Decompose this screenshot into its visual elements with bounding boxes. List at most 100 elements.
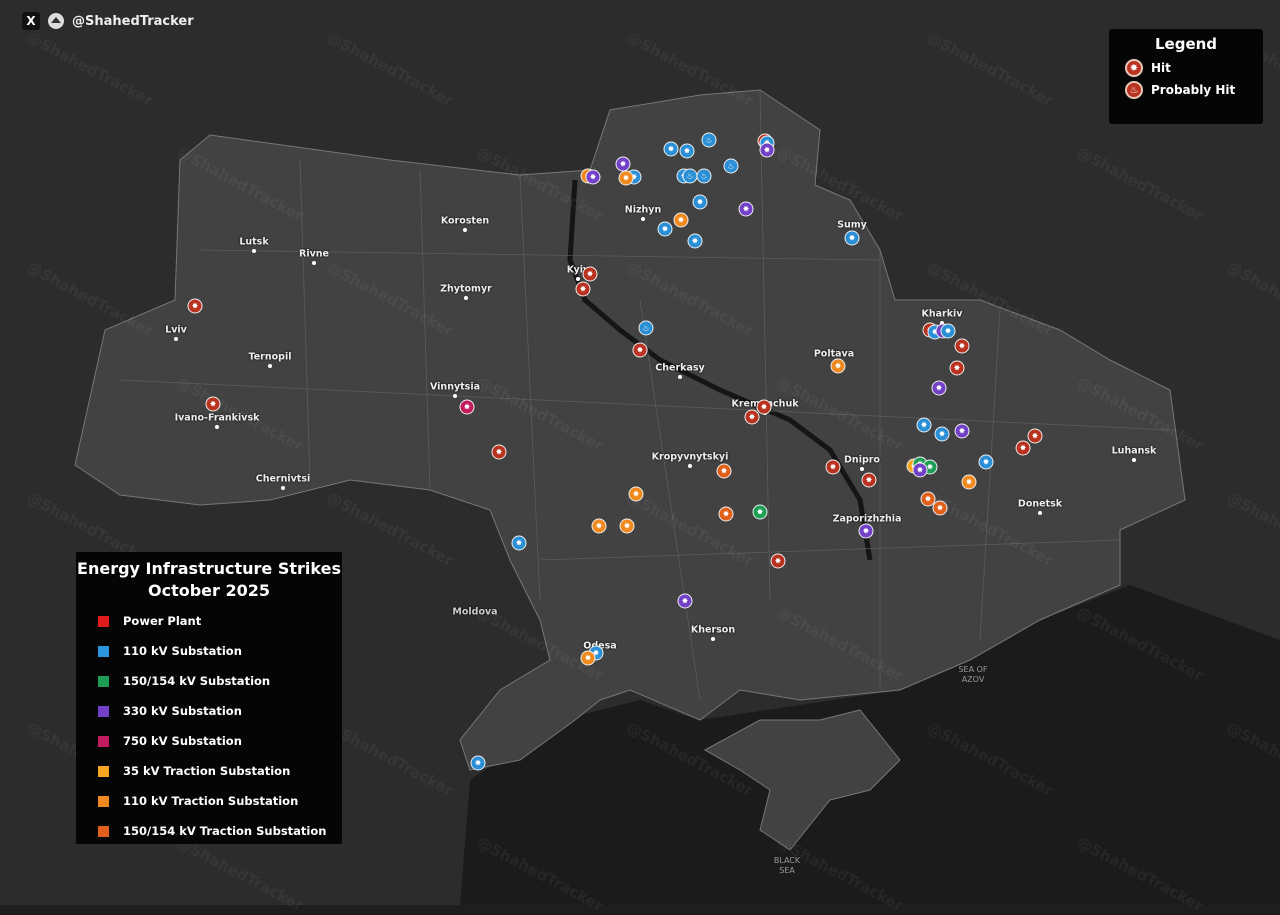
legend-label: Probably Hit	[1151, 83, 1236, 97]
explosion-icon: ✸	[965, 477, 973, 487]
strike-marker-power-hit[interactable]: ✸	[744, 409, 760, 425]
strike-marker-t110-hit[interactable]: ✸	[628, 486, 644, 502]
city-dot	[464, 296, 468, 300]
strike-marker-s110-probable[interactable]: ♨	[701, 132, 717, 148]
strike-marker-t150-hit[interactable]: ✸	[716, 463, 732, 479]
explosion-icon: ✸	[763, 145, 771, 155]
strike-marker-power-hit[interactable]: ✸	[861, 472, 877, 488]
strike-marker-s110-hit[interactable]: ✸	[470, 755, 486, 771]
strike-marker-s330-hit[interactable]: ✸	[858, 523, 874, 539]
strike-marker-power-hit[interactable]: ✸	[770, 553, 786, 569]
city-dot	[1132, 458, 1136, 462]
key-label: 35 kV Traction Substation	[123, 764, 291, 778]
strike-marker-s330-hit[interactable]: ✸	[585, 169, 601, 185]
explosion-icon: ✸	[953, 363, 961, 373]
strike-marker-s110-probable[interactable]: ♨	[723, 158, 739, 174]
explosion-icon: ✸	[681, 596, 689, 606]
strike-marker-power-hit[interactable]: ✸	[954, 338, 970, 354]
strike-marker-power-hit[interactable]: ✸	[1015, 440, 1031, 456]
strike-marker-s110-hit[interactable]: ✸	[657, 221, 673, 237]
strike-marker-s330-hit[interactable]: ✸	[738, 201, 754, 217]
explosion-icon: ✸	[584, 653, 592, 663]
strike-marker-s110-hit[interactable]: ✸	[679, 143, 695, 159]
strike-marker-s330-hit[interactable]: ✸	[759, 142, 775, 158]
strike-marker-s330-hit[interactable]: ✸	[912, 462, 928, 478]
explosion-icon: ✸	[742, 204, 750, 214]
strike-marker-power-hit[interactable]: ✸	[575, 281, 591, 297]
city-dot	[174, 337, 178, 341]
strike-marker-s330-hit[interactable]: ✸	[931, 380, 947, 396]
explosion-icon: ✸	[691, 236, 699, 246]
strike-marker-s110-hit[interactable]: ✸	[934, 426, 950, 442]
strike-marker-power-hit[interactable]: ✸	[187, 298, 203, 314]
explosion-icon: ✸	[944, 326, 952, 336]
strike-marker-s110-hit[interactable]: ✸	[692, 194, 708, 210]
city-label-ivano-frankivsk: Ivano-Frankivsk	[174, 412, 260, 424]
explosion-icon: ✸	[1031, 431, 1039, 441]
sea-label-black-sea: BLACK SEA	[773, 856, 801, 875]
strike-marker-s110-hit[interactable]: ✸	[940, 323, 956, 339]
key-label: 110 kV Traction Substation	[123, 794, 299, 808]
strike-marker-s110-hit[interactable]: ✸	[916, 417, 932, 433]
strike-marker-t110-hit[interactable]: ✸	[580, 650, 596, 666]
strike-marker-t110-hit[interactable]: ✸	[830, 358, 846, 374]
strike-marker-t150-hit[interactable]: ✸	[932, 500, 948, 516]
key-label: Power Plant	[123, 614, 202, 628]
city-dot	[1038, 511, 1042, 515]
explosion-icon: ✸	[720, 466, 728, 476]
strike-marker-t110-hit[interactable]: ✸	[619, 518, 635, 534]
strike-marker-power-hit[interactable]: ✸	[825, 459, 841, 475]
strike-marker-s110-hit[interactable]: ✸	[844, 230, 860, 246]
strike-marker-t110-hit[interactable]: ✸	[591, 518, 607, 534]
explosion-icon: ✸	[834, 361, 842, 371]
city-label-ternopil: Ternopil	[248, 351, 292, 363]
strike-marker-power-hit[interactable]: ✸	[205, 396, 221, 412]
strike-marker-s110-probable[interactable]: ♨	[638, 320, 654, 336]
explosion-icon: ✸	[774, 556, 782, 566]
strike-marker-s330-hit[interactable]: ✸	[677, 593, 693, 609]
explosion-icon: ✸	[1019, 443, 1027, 453]
strike-marker-s330-hit[interactable]: ✸	[954, 423, 970, 439]
strike-marker-power-hit[interactable]: ✸	[949, 360, 965, 376]
key-label: 330 kV Substation	[123, 704, 242, 718]
strike-marker-power-hit[interactable]: ✸	[756, 399, 772, 415]
strike-marker-s750-hit[interactable]: ✸	[459, 399, 475, 415]
strike-marker-s110-hit[interactable]: ✸	[511, 535, 527, 551]
strike-marker-s110-hit[interactable]: ✸	[687, 233, 703, 249]
explosion-icon: ✸	[586, 269, 594, 279]
city-dot	[268, 364, 272, 368]
strike-marker-power-hit[interactable]: ✸	[491, 444, 507, 460]
strike-marker-power-hit[interactable]: ✸	[1027, 428, 1043, 444]
key-item: 110 kV Substation	[98, 642, 342, 660]
explosion-icon: ✸	[474, 758, 482, 768]
explosion-icon: ✸	[760, 402, 768, 412]
city-label-lviv: Lviv	[165, 324, 187, 336]
strike-marker-s110-probable[interactable]: ♨	[696, 168, 712, 184]
strike-marker-t110-hit[interactable]: ✸	[961, 474, 977, 490]
strike-marker-power-hit[interactable]: ✸	[632, 342, 648, 358]
city-label-kropyvnytskyi: Kropyvnytskyi	[651, 451, 729, 463]
explosion-icon: ✸	[938, 429, 946, 439]
strike-marker-s110-hit[interactable]: ✸	[978, 454, 994, 470]
city-label-vinnytsia: Vinnytsia	[429, 381, 481, 393]
fire-icon: ♨	[686, 171, 694, 181]
strike-marker-power-hit[interactable]: ✸	[582, 266, 598, 282]
legend-item-probably-hit: ♨ Probably Hit	[1125, 81, 1263, 99]
strike-marker-s150-hit[interactable]: ✸	[752, 504, 768, 520]
explosion-icon: ✸	[756, 507, 764, 517]
x-logo-icon[interactable]: X	[22, 12, 40, 30]
legend-title: Legend	[1154, 35, 1218, 53]
strike-marker-s330-hit[interactable]: ✸	[615, 156, 631, 172]
explosion-icon: ✸	[848, 233, 856, 243]
key-item: Power Plant	[98, 612, 342, 630]
strike-marker-t150-hit[interactable]: ✸	[718, 506, 734, 522]
strike-marker-t110-hit[interactable]: ✸	[618, 170, 634, 186]
explosion-icon: ✸	[924, 494, 932, 504]
strike-marker-s110-probable[interactable]: ♨	[682, 168, 698, 184]
color-swatch	[98, 765, 109, 777]
strike-marker-t110-hit[interactable]: ✸	[673, 212, 689, 228]
explosion-icon: ✸	[463, 402, 471, 412]
city-dot	[215, 425, 219, 429]
color-swatch	[98, 675, 109, 687]
strike-marker-s110-hit[interactable]: ✸	[663, 141, 679, 157]
